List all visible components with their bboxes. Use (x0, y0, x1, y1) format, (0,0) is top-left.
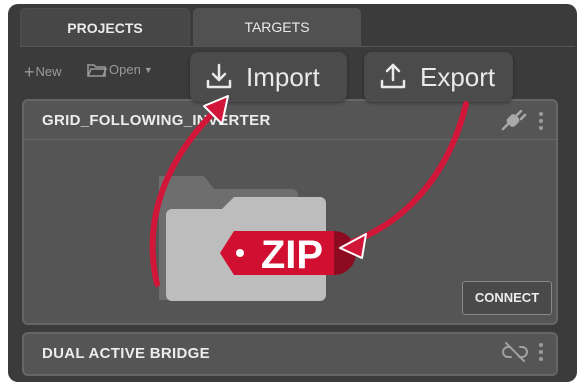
download-icon (206, 63, 232, 89)
plus-icon: + (24, 62, 35, 82)
more-options-icon[interactable] (538, 112, 544, 130)
project-name: GRID_FOLLOWING_INVERTER (42, 112, 271, 129)
project-card-dual-active-bridge[interactable]: DUAL ACTIVE BRIDGE (22, 332, 558, 376)
import-button[interactable]: Import (190, 52, 347, 102)
tab-targets[interactable]: TARGETS (193, 8, 361, 46)
folder-open-icon (87, 64, 108, 77)
export-label: Export (420, 61, 496, 92)
zip-folder-icon: ZIP (159, 176, 356, 301)
card-header: GRID_FOLLOWING_INVERTER (24, 101, 556, 140)
new-label: New (35, 64, 62, 79)
export-button[interactable]: Export (364, 52, 513, 102)
open-label: Open (109, 62, 141, 77)
chevron-down-icon: ▼ (143, 65, 153, 75)
upload-icon (380, 63, 406, 89)
project-name: DUAL ACTIVE BRIDGE (42, 345, 210, 362)
zip-label: ZIP (261, 233, 323, 277)
more-options-icon[interactable] (538, 343, 544, 361)
link-broken-icon[interactable] (502, 341, 528, 363)
tab-projects[interactable]: PROJECTS (20, 8, 190, 47)
import-label: Import (246, 61, 320, 92)
plug-connected-icon[interactable] (500, 110, 528, 132)
project-card-grid-following-inverter[interactable]: GRID_FOLLOWING_INVERTER ZIP CONNECT (22, 99, 558, 325)
tab-divider (20, 46, 575, 47)
open-project-button[interactable]: Open ▼ (87, 62, 153, 77)
new-project-button[interactable]: +New (24, 62, 62, 83)
connect-button[interactable]: CONNECT (462, 281, 552, 315)
